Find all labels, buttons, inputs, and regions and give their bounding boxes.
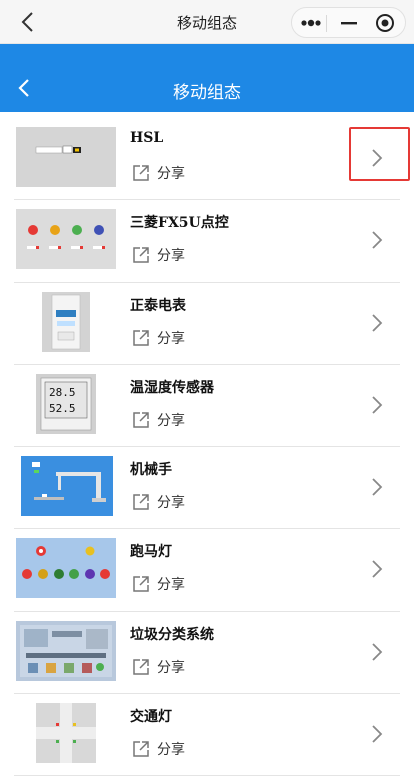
share-icon xyxy=(133,329,149,346)
thumbnail-thermo: 28.5 52.5 xyxy=(16,373,116,434)
thumbnail-hsl xyxy=(16,127,116,187)
chevron-right-icon[interactable] xyxy=(370,394,384,416)
thumbnail-traffic xyxy=(16,703,116,764)
thumbnail-robot xyxy=(16,456,116,517)
more-dots-icon[interactable] xyxy=(300,16,322,30)
thumbnail-meter xyxy=(16,291,116,352)
share-button[interactable]: 分享 xyxy=(132,328,185,348)
share-label: 分享 xyxy=(157,412,185,429)
thumbnail-garbage xyxy=(16,620,116,681)
thermo-hum: 52.5 xyxy=(49,402,76,415)
marquee-lights-image xyxy=(22,546,110,580)
share-icon xyxy=(133,659,149,675)
close-target-icon[interactable] xyxy=(374,12,396,34)
garbage-system-image xyxy=(20,624,112,677)
item-name: 机械手 xyxy=(130,462,172,479)
chevron-right-icon[interactable] xyxy=(370,312,384,334)
config-list: HSL 分享 三菱FX5U点控 分享 正泰电表 分享 28.5 52.5 温湿度… xyxy=(0,118,414,777)
chevron-right-icon[interactable] xyxy=(370,558,384,580)
item-name: 三菱FX5U点控 xyxy=(130,215,229,232)
thermo-image: 28.5 52.5 xyxy=(36,373,96,434)
share-button[interactable]: 分享 xyxy=(132,574,185,594)
chevron-right-icon[interactable] xyxy=(370,476,384,498)
list-item-meter[interactable]: 正泰电表 分享 xyxy=(14,283,400,365)
chevron-right-icon[interactable] xyxy=(370,723,384,745)
thumbnail-fx5u xyxy=(16,209,116,270)
app-header: 移动组态 xyxy=(0,44,414,112)
share-label: 分享 xyxy=(157,330,185,347)
list-item-traffic[interactable]: 交通灯 分享 xyxy=(14,694,400,777)
minimize-icon[interactable] xyxy=(340,16,358,30)
share-button[interactable]: 分享 xyxy=(132,163,185,183)
list-item-robot[interactable]: 机械手 分享 xyxy=(14,447,400,530)
share-label: 分享 xyxy=(157,577,185,594)
item-name: 交通灯 xyxy=(130,709,172,726)
item-name: 温湿度传感器 xyxy=(130,379,214,396)
share-icon xyxy=(133,247,149,264)
capsule-divider xyxy=(326,15,327,32)
thumbnail-marquee xyxy=(16,538,116,599)
share-icon xyxy=(133,576,149,593)
share-icon xyxy=(133,165,149,181)
share-icon xyxy=(133,741,149,757)
list-item-marquee[interactable]: 跑马灯 分享 xyxy=(14,529,400,612)
chevron-right-icon[interactable] xyxy=(370,229,384,251)
highlight-box xyxy=(349,127,410,181)
share-label: 分享 xyxy=(157,659,185,676)
share-button[interactable]: 分享 xyxy=(132,739,185,759)
thermo-temp: 28.5 xyxy=(49,386,76,399)
chevron-right-icon[interactable] xyxy=(370,641,384,663)
lights-row-image xyxy=(27,225,105,250)
share-button[interactable]: 分享 xyxy=(132,245,185,265)
page-title: 移动组态 xyxy=(173,83,241,103)
list-item-garbage[interactable]: 垃圾分类系统 分享 xyxy=(14,612,400,695)
hsl-device-image xyxy=(35,145,81,154)
share-icon xyxy=(133,412,149,428)
share-label: 分享 xyxy=(157,166,185,182)
share-icon xyxy=(133,494,149,510)
wechat-nav-bar: 移动组态 xyxy=(0,0,414,44)
item-name: 跑马灯 xyxy=(130,544,172,561)
capsule-menu xyxy=(291,7,406,38)
item-name: 正泰电表 xyxy=(130,297,186,314)
list-item-fx5u[interactable]: 三菱FX5U点控 分享 xyxy=(14,200,400,283)
share-label: 分享 xyxy=(157,742,185,759)
meter-image xyxy=(42,291,90,352)
traffic-intersection-image xyxy=(36,703,96,764)
list-item-thermo[interactable]: 28.5 52.5 温湿度传感器 分享 xyxy=(14,365,400,448)
share-label: 分享 xyxy=(157,248,185,265)
item-name: 垃圾分类系统 xyxy=(130,626,214,643)
share-button[interactable]: 分享 xyxy=(132,657,185,677)
share-button[interactable]: 分享 xyxy=(132,492,185,512)
robot-arm-image xyxy=(21,456,113,517)
share-label: 分享 xyxy=(157,495,185,512)
list-item-hsl[interactable]: HSL 分享 xyxy=(14,118,400,201)
share-button[interactable]: 分享 xyxy=(132,410,185,430)
item-name: HSL xyxy=(130,130,164,146)
